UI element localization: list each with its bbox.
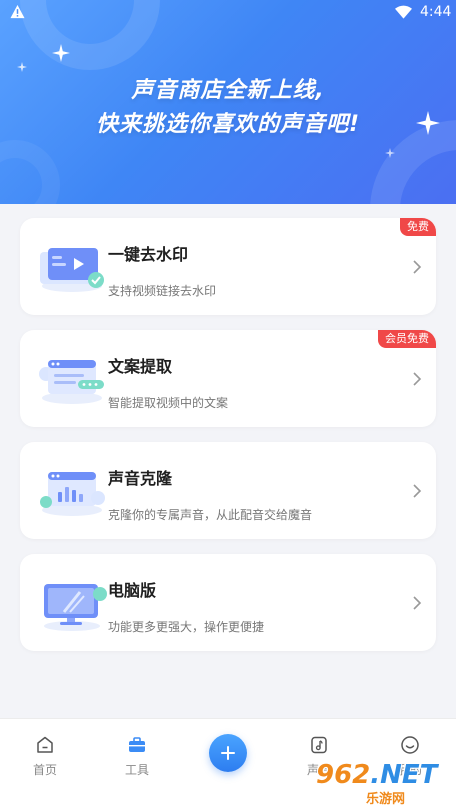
member-free-badge: 会员免费 (378, 330, 436, 348)
watermark-logo: 962.NET (316, 760, 437, 790)
chevron-right-icon (413, 484, 422, 498)
nav-home-label: 首页 (32, 763, 57, 777)
card-description: 功能更多更强大，操作更便捷 (108, 620, 265, 634)
card-description: 智能提取视频中的文案 (108, 396, 229, 410)
hero-banner: 4:44 声音商店全新上线, 快来挑选你喜欢的声音吧! (0, 0, 456, 204)
sparkle-icon (385, 148, 395, 158)
smile-icon (401, 736, 419, 754)
nav-tools[interactable]: 工具 (102, 719, 172, 789)
text-extract-icon (39, 360, 104, 404)
card-title: 声音克隆 (108, 469, 173, 488)
chevron-right-icon (413, 260, 422, 274)
plus-icon (221, 746, 235, 760)
watermark-logo-suffix: .NET (370, 760, 438, 790)
toolbox-icon (129, 737, 145, 752)
sparkle-icon (17, 62, 27, 72)
nav-home[interactable]: 首页 (10, 719, 80, 789)
status-time: 4:44 (420, 4, 452, 20)
add-button[interactable] (209, 734, 247, 772)
voice-clone-icon (40, 472, 105, 516)
status-bar: 4:44 (0, 0, 456, 26)
card-title: 电脑版 (108, 581, 157, 600)
sparkle-icon (52, 44, 70, 62)
watermark-subtitle: 乐游网 (366, 792, 406, 807)
free-badge: 免费 (400, 218, 436, 236)
tool-card-remove-watermark[interactable]: 一键去水印 支持视频链接去水印 免费 (20, 218, 436, 315)
site-watermark: 962.NET 乐游网 (316, 758, 456, 808)
nav-tools-label: 工具 (124, 763, 149, 777)
music-note-icon (311, 736, 327, 754)
watermark-logo-number: 962 (316, 760, 371, 790)
tool-card-text-extract[interactable]: 文案提取 智能提取视频中的文案 会员免费 (20, 330, 436, 427)
tool-card-voice-clone[interactable]: 声音克隆 克隆你的专属声音，从此配音交给魔音 (20, 442, 436, 539)
desktop-icon (44, 584, 107, 631)
chevron-right-icon (413, 372, 422, 386)
video-watermark-icon (40, 248, 104, 292)
wifi-icon (395, 5, 412, 19)
card-description: 支持视频链接去水印 (108, 284, 217, 298)
tool-card-desktop[interactable]: 电脑版 功能更多更强大，操作更便捷 (20, 554, 436, 651)
home-icon (37, 736, 53, 753)
hero-decor-ring (0, 140, 60, 204)
hero-headline-line2: 快来挑选你喜欢的声音吧! (95, 112, 361, 137)
chevron-right-icon (413, 596, 422, 610)
card-title: 一键去水印 (108, 245, 189, 264)
card-title: 文案提取 (108, 357, 173, 376)
hero-headline-line1: 声音商店全新上线, (131, 78, 325, 103)
warning-icon (10, 4, 25, 19)
card-description: 克隆你的专属声音，从此配音交给魔音 (108, 508, 313, 522)
